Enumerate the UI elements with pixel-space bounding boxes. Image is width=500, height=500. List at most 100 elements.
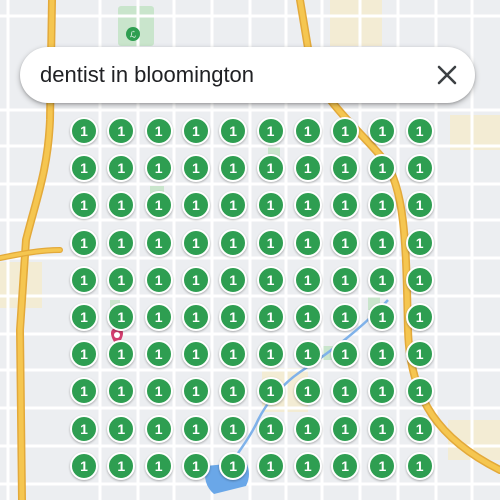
result-marker[interactable]: 1 [219, 228, 248, 257]
result-marker[interactable]: 1 [331, 451, 360, 480]
result-marker[interactable]: 1 [293, 265, 322, 294]
result-marker[interactable]: 1 [405, 414, 434, 443]
result-marker[interactable]: 1 [331, 303, 360, 331]
result-marker[interactable]: 1 [331, 117, 360, 145]
result-marker[interactable]: 1 [405, 117, 434, 145]
result-marker[interactable]: 1 [70, 117, 98, 145]
marker-count: 1 [266, 160, 275, 177]
search-input[interactable]: dentist in bloomington [40, 62, 419, 88]
result-marker[interactable]: 1 [368, 265, 397, 294]
marker-count: 1 [117, 420, 126, 437]
result-marker[interactable]: 1 [70, 303, 98, 331]
result-marker[interactable]: 1 [219, 117, 248, 145]
result-marker[interactable]: 1 [144, 154, 173, 183]
marker-count: 1 [378, 420, 387, 437]
marker-count: 1 [266, 383, 275, 400]
result-marker[interactable]: 1 [293, 303, 322, 331]
result-marker[interactable]: 1 [293, 154, 322, 183]
marker-count: 1 [415, 309, 424, 325]
result-marker[interactable]: 1 [293, 117, 322, 145]
result-marker[interactable]: 1 [181, 303, 210, 331]
result-marker[interactable]: 1 [293, 340, 322, 369]
result-marker[interactable]: 1 [70, 265, 98, 294]
result-marker[interactable]: 1 [144, 414, 173, 443]
result-marker[interactable]: 1 [293, 377, 322, 406]
result-marker[interactable]: 1 [293, 228, 322, 257]
result-marker[interactable]: 1 [256, 228, 285, 257]
result-marker[interactable]: 1 [256, 265, 285, 294]
result-marker[interactable]: 1 [144, 117, 173, 145]
result-marker[interactable]: 1 [405, 451, 434, 480]
result-marker[interactable]: 1 [256, 303, 285, 331]
marker-count: 1 [80, 160, 88, 177]
result-marker[interactable]: 1 [405, 228, 434, 257]
marker-count: 1 [378, 271, 387, 288]
result-marker[interactable]: 1 [181, 414, 210, 443]
result-marker[interactable]: 1 [219, 265, 248, 294]
result-marker[interactable]: 1 [144, 265, 173, 294]
close-button[interactable] [419, 47, 475, 103]
marker-count: 1 [229, 234, 238, 251]
result-marker[interactable]: 1 [405, 377, 434, 406]
result-marker[interactable]: 1 [181, 228, 210, 257]
result-marker[interactable]: 1 [368, 451, 397, 480]
result-marker[interactable]: 1 [144, 303, 173, 331]
result-marker[interactable]: 1 [70, 228, 98, 257]
marker-count: 1 [229, 346, 238, 363]
marker-count: 1 [191, 346, 200, 363]
result-marker[interactable]: 1 [256, 154, 285, 183]
marker-count: 1 [191, 271, 200, 288]
result-marker[interactable]: 1 [144, 377, 173, 406]
marker-count: 1 [341, 160, 349, 177]
result-marker[interactable]: 1 [181, 340, 210, 369]
result-marker[interactable]: 1 [331, 228, 360, 257]
result-marker[interactable]: 1 [70, 451, 98, 480]
result-marker[interactable]: 1 [70, 340, 98, 369]
result-marker[interactable]: 1 [181, 451, 210, 480]
result-marker[interactable]: 1 [405, 154, 434, 183]
result-marker[interactable]: 1 [405, 340, 434, 369]
marker-count: 1 [191, 197, 200, 214]
result-marker[interactable]: 1 [293, 414, 322, 443]
result-marker[interactable]: 1 [256, 191, 285, 220]
result-marker[interactable]: 1 [405, 303, 434, 331]
result-marker[interactable]: 1 [181, 265, 210, 294]
marker-count: 1 [80, 457, 88, 474]
result-marker[interactable]: 1 [219, 303, 248, 331]
marker-count: 1 [154, 160, 163, 177]
result-marker[interactable]: 1 [256, 451, 285, 480]
result-marker[interactable]: 1 [181, 154, 210, 183]
result-marker[interactable]: 1 [107, 414, 136, 443]
result-marker[interactable]: 1 [219, 414, 248, 443]
marker-count: 1 [378, 234, 387, 251]
result-marker[interactable]: 1 [405, 265, 434, 294]
marker-count: 1 [341, 383, 349, 400]
result-marker[interactable]: 1 [70, 414, 98, 443]
result-marker[interactable]: 1 [144, 451, 173, 480]
result-marker[interactable]: 1 [368, 228, 397, 257]
result-marker[interactable]: 1 [293, 451, 322, 480]
result-marker[interactable]: 1 [256, 377, 285, 406]
result-marker[interactable]: 1 [144, 191, 173, 220]
result-marker[interactable]: 1 [219, 451, 248, 480]
result-marker[interactable]: 1 [181, 117, 210, 145]
result-marker[interactable]: 1 [331, 414, 360, 443]
result-marker[interactable]: 1 [256, 414, 285, 443]
result-marker[interactable]: 1 [107, 451, 136, 480]
result-marker[interactable]: 1 [256, 340, 285, 369]
result-marker[interactable]: 1 [368, 414, 397, 443]
result-marker[interactable]: 1 [331, 265, 360, 294]
result-marker[interactable]: 1 [107, 265, 136, 294]
marker-count: 1 [80, 271, 88, 288]
marker-count: 1 [80, 383, 88, 400]
result-marker[interactable]: 1 [293, 191, 322, 220]
result-marker[interactable]: 1 [107, 228, 136, 257]
result-marker[interactable]: 1 [256, 117, 285, 145]
result-marker[interactable]: 1 [144, 340, 173, 369]
park-icon[interactable]: ℒ [126, 27, 140, 41]
marker-count: 1 [341, 420, 349, 437]
result-marker[interactable]: 1 [70, 154, 98, 183]
result-marker[interactable]: 1 [405, 191, 434, 220]
marker-count: 1 [378, 160, 387, 177]
result-marker[interactable]: 1 [144, 228, 173, 257]
